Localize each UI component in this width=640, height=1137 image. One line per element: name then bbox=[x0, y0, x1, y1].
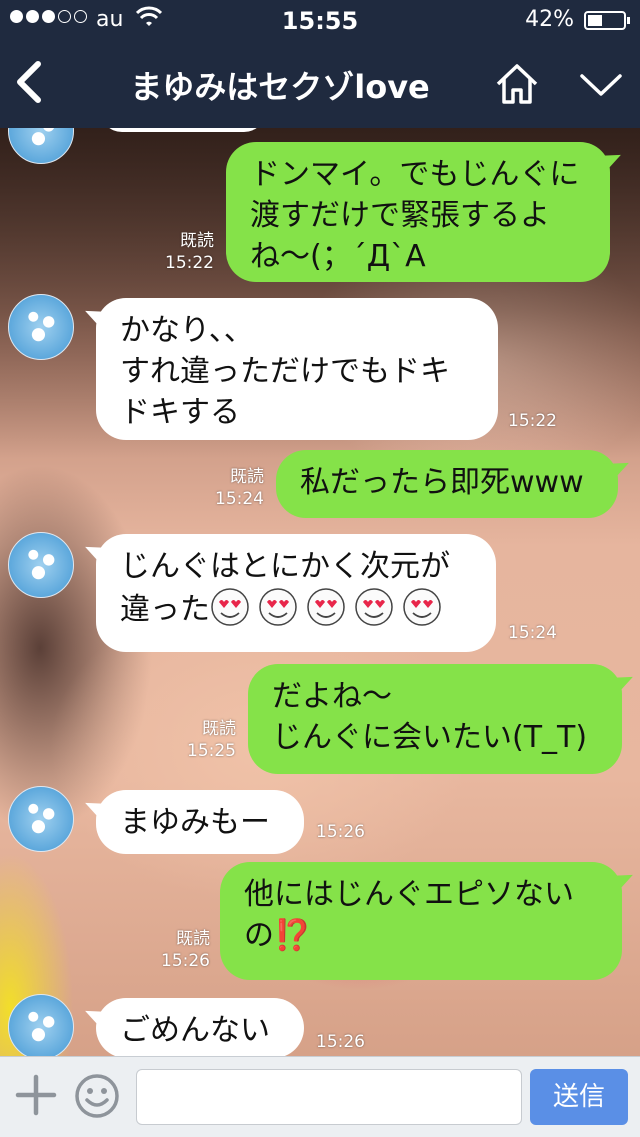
home-button[interactable] bbox=[494, 62, 540, 106]
avatar[interactable] bbox=[8, 128, 74, 164]
heart-eyes-emoji bbox=[211, 588, 249, 626]
sticker-button[interactable] bbox=[74, 1073, 120, 1119]
message-time: 15:25 bbox=[187, 741, 236, 761]
avatar[interactable] bbox=[8, 294, 74, 360]
read-receipt: 既読 bbox=[180, 231, 214, 251]
message-bubble-outgoing[interactable]: だよね〜 じんぐに会いたい(T_T) bbox=[248, 664, 622, 774]
message-bubble-incoming[interactable]: じんぐはとにかく次元が 違った bbox=[96, 534, 496, 652]
message-bubble-incoming[interactable]: かなり、、 すれ違っただけでもドキドキする bbox=[96, 298, 498, 440]
message-meta: 既読 15:24 bbox=[200, 466, 264, 510]
message-time: 15:24 bbox=[508, 623, 557, 643]
status-bar: au 15:55 42% bbox=[0, 0, 640, 40]
read-receipt: 既読 bbox=[230, 467, 264, 487]
send-button[interactable]: 送信 bbox=[530, 1069, 628, 1125]
chevron-down-icon bbox=[580, 74, 622, 96]
message-time: 15:26 bbox=[161, 951, 210, 971]
message-bubble-incoming[interactable] bbox=[100, 128, 266, 132]
message-meta: 既読 15:26 bbox=[146, 928, 210, 972]
message-time: 15:24 bbox=[215, 489, 264, 509]
message-bubble-outgoing[interactable]: 私だったら即死www bbox=[276, 450, 618, 518]
menu-toggle-button[interactable] bbox=[578, 62, 624, 106]
smiley-icon bbox=[75, 1074, 119, 1118]
heart-eyes-emoji bbox=[355, 588, 393, 626]
message-bubble-incoming[interactable]: ごめんない bbox=[96, 998, 304, 1056]
emoji-row bbox=[210, 588, 450, 627]
avatar[interactable] bbox=[8, 994, 74, 1056]
message-bubble-outgoing[interactable]: ドンマイ。でもじんぐに渡すだけで緊張するよね〜(；´Д`A bbox=[226, 142, 610, 282]
heart-eyes-emoji bbox=[259, 588, 297, 626]
message-input-bar: 送信 bbox=[0, 1056, 640, 1137]
chat-area[interactable]: 既読 15:22 ドンマイ。でもじんぐに渡すだけで緊張するよね〜(；´Д`A か… bbox=[0, 128, 640, 1056]
message-input[interactable] bbox=[136, 1069, 522, 1125]
avatar[interactable] bbox=[8, 532, 74, 598]
chat-title: まゆみはセクゾlove bbox=[130, 68, 430, 106]
battery-icon bbox=[584, 11, 630, 30]
message-time: 15:26 bbox=[316, 822, 365, 842]
message-meta: 既読 15:25 bbox=[172, 718, 236, 762]
read-receipt: 既読 bbox=[176, 929, 210, 949]
chat-header: まゆみはセクゾlove bbox=[0, 40, 640, 128]
battery-percent: 42% bbox=[525, 7, 574, 32]
message-time: 15:22 bbox=[508, 411, 557, 431]
home-icon bbox=[496, 64, 538, 104]
avatar[interactable] bbox=[8, 786, 74, 852]
message-time: 15:26 bbox=[316, 1032, 365, 1052]
heart-eyes-emoji bbox=[403, 588, 441, 626]
heart-eyes-emoji bbox=[307, 588, 345, 626]
chevron-left-icon bbox=[17, 61, 41, 103]
back-button[interactable] bbox=[14, 60, 50, 108]
message-bubble-outgoing[interactable]: 他にはじんぐエピソないの⁉️ bbox=[220, 862, 622, 980]
message-bubble-incoming[interactable]: まゆみもー bbox=[96, 790, 304, 854]
add-attachment-button[interactable] bbox=[12, 1073, 60, 1121]
read-receipt: 既読 bbox=[202, 719, 236, 739]
plus-icon bbox=[15, 1074, 57, 1116]
message-meta: 既読 15:22 bbox=[150, 230, 214, 274]
message-time: 15:22 bbox=[165, 253, 214, 273]
